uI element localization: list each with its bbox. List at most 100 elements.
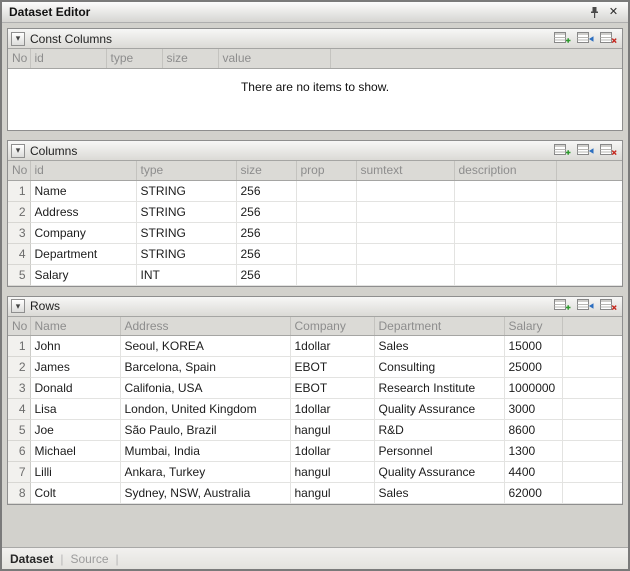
cell-type[interactable]: STRING	[136, 180, 236, 201]
row-number-cell[interactable]: 5	[8, 264, 30, 285]
row-number-cell[interactable]: 1	[8, 336, 30, 357]
cell-company[interactable]: hangul	[290, 420, 374, 441]
cell-address[interactable]: London, United Kingdom	[120, 399, 290, 420]
cell-department[interactable]: Sales	[374, 336, 504, 357]
cell-name[interactable]: Lisa	[30, 399, 120, 420]
cell-name[interactable]: James	[30, 357, 120, 378]
cell-size[interactable]: 256	[236, 222, 296, 243]
cell-company[interactable]: 1dollar	[290, 336, 374, 357]
row-number-cell[interactable]: 8	[8, 483, 30, 504]
cell-type[interactable]: STRING	[136, 243, 236, 264]
row-number-cell[interactable]: 3	[8, 378, 30, 399]
cell-sumtext[interactable]	[356, 180, 454, 201]
rows-insert-row-button[interactable]	[576, 299, 594, 314]
cell-name[interactable]: John	[30, 336, 120, 357]
columns-add-row-button[interactable]	[553, 143, 571, 158]
cell-address[interactable]: Sydney, NSW, Australia	[120, 483, 290, 504]
cell-address[interactable]: Barcelona, Spain	[120, 357, 290, 378]
row-number-cell[interactable]: 4	[8, 243, 30, 264]
cell-department[interactable]: Research Institute	[374, 378, 504, 399]
cell-name[interactable]: Colt	[30, 483, 120, 504]
cell-prop[interactable]	[296, 243, 356, 264]
cell-salary[interactable]: 62000	[504, 483, 562, 504]
cell-size[interactable]: 256	[236, 264, 296, 285]
cell-salary[interactable]: 1300	[504, 441, 562, 462]
row-number-cell[interactable]: 3	[8, 222, 30, 243]
column-header-id[interactable]: id	[30, 161, 136, 180]
cell-address[interactable]: Mumbai, India	[120, 441, 290, 462]
rows-add-row-button[interactable]	[553, 299, 571, 314]
cell-salary[interactable]: 3000	[504, 399, 562, 420]
cell-sumtext[interactable]	[356, 243, 454, 264]
const-add-row-button[interactable]	[553, 31, 571, 46]
cell-prop[interactable]	[296, 180, 356, 201]
cell-company[interactable]: 1dollar	[290, 399, 374, 420]
cell-prop[interactable]	[296, 222, 356, 243]
const-insert-row-button[interactable]	[576, 31, 594, 46]
cell-id[interactable]: Department	[30, 243, 136, 264]
cell-address[interactable]: Califonia, USA	[120, 378, 290, 399]
cell-id[interactable]: Address	[30, 201, 136, 222]
cell-address[interactable]: Seoul, KOREA	[120, 336, 290, 357]
cell-sumtext[interactable]	[356, 264, 454, 285]
cell-prop[interactable]	[296, 264, 356, 285]
cell-size[interactable]: 256	[236, 180, 296, 201]
row-number-cell[interactable]: 5	[8, 420, 30, 441]
column-header-type[interactable]: type	[136, 161, 236, 180]
close-button[interactable]: ✕	[606, 5, 621, 20]
cell-description[interactable]	[454, 201, 556, 222]
cell-id[interactable]: Name	[30, 180, 136, 201]
columns-collapse-button[interactable]: ▾	[11, 144, 25, 158]
row-number-cell[interactable]: 2	[8, 357, 30, 378]
cell-department[interactable]: Sales	[374, 483, 504, 504]
cell-name[interactable]: Michael	[30, 441, 120, 462]
column-header-no[interactable]: No	[8, 49, 30, 68]
column-header-department[interactable]: Department	[374, 317, 504, 336]
cell-company[interactable]: hangul	[290, 462, 374, 483]
columns-delete-row-button[interactable]	[599, 143, 617, 158]
column-header-salary[interactable]: Salary	[504, 317, 562, 336]
column-header-id[interactable]: id	[30, 49, 106, 68]
column-header-name[interactable]: Name	[30, 317, 120, 336]
pin-button[interactable]	[587, 5, 602, 20]
row-number-cell[interactable]: 2	[8, 201, 30, 222]
cell-prop[interactable]	[296, 201, 356, 222]
cell-name[interactable]: Joe	[30, 420, 120, 441]
cell-salary[interactable]: 15000	[504, 336, 562, 357]
column-header-type[interactable]: type	[106, 49, 162, 68]
const-delete-row-button[interactable]	[599, 31, 617, 46]
column-header-prop[interactable]: prop	[296, 161, 356, 180]
cell-type[interactable]: INT	[136, 264, 236, 285]
cell-type[interactable]: STRING	[136, 201, 236, 222]
row-number-cell[interactable]: 6	[8, 441, 30, 462]
cell-company[interactable]: 1dollar	[290, 441, 374, 462]
cell-type[interactable]: STRING	[136, 222, 236, 243]
rows-delete-row-button[interactable]	[599, 299, 617, 314]
cell-size[interactable]: 256	[236, 201, 296, 222]
cell-salary[interactable]: 1000000	[504, 378, 562, 399]
column-header-sumtext[interactable]: sumtext	[356, 161, 454, 180]
row-number-cell[interactable]: 7	[8, 462, 30, 483]
row-number-cell[interactable]: 4	[8, 399, 30, 420]
cell-name[interactable]: Donald	[30, 378, 120, 399]
cell-description[interactable]	[454, 264, 556, 285]
cell-salary[interactable]: 8600	[504, 420, 562, 441]
column-header-address[interactable]: Address	[120, 317, 290, 336]
column-header-size[interactable]: size	[162, 49, 218, 68]
cell-salary[interactable]: 4400	[504, 462, 562, 483]
cell-department[interactable]: Quality Assurance	[374, 462, 504, 483]
tab-source[interactable]: Source	[70, 552, 108, 566]
column-header-company[interactable]: Company	[290, 317, 374, 336]
columns-insert-row-button[interactable]	[576, 143, 594, 158]
row-number-cell[interactable]: 1	[8, 180, 30, 201]
column-header-size[interactable]: size	[236, 161, 296, 180]
cell-size[interactable]: 256	[236, 243, 296, 264]
column-header-no[interactable]: No	[8, 161, 30, 180]
cell-name[interactable]: Lilli	[30, 462, 120, 483]
cell-department[interactable]: Personnel	[374, 441, 504, 462]
column-header-value[interactable]: value	[218, 49, 330, 68]
const-columns-collapse-button[interactable]: ▾	[11, 32, 25, 46]
cell-address[interactable]: São Paulo, Brazil	[120, 420, 290, 441]
cell-department[interactable]: R&D	[374, 420, 504, 441]
cell-department[interactable]: Quality Assurance	[374, 399, 504, 420]
